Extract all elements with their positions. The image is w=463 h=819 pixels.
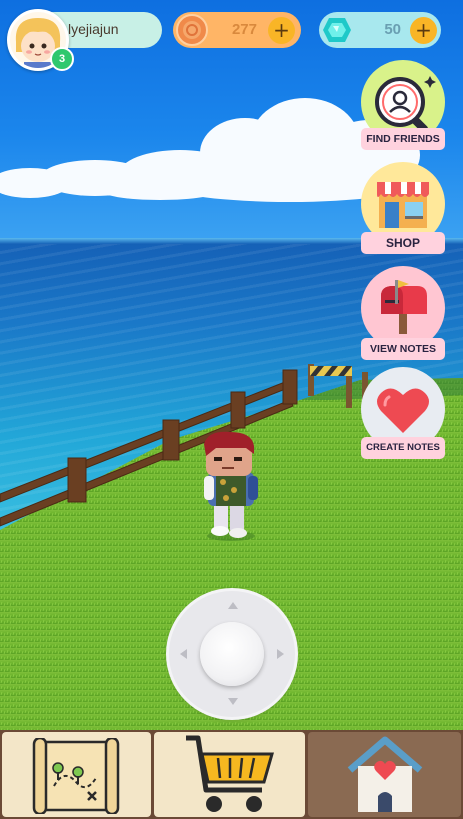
heart-icon bbox=[377, 388, 429, 433]
bottom-navigation-bar bbox=[0, 730, 463, 819]
gem-amount: 50 bbox=[384, 21, 401, 38]
gem-counter: 50 + bbox=[319, 12, 441, 48]
joystick-right-arrow bbox=[277, 649, 284, 659]
player-character[interactable] bbox=[196, 430, 266, 542]
shopping-cart-icon bbox=[186, 735, 274, 812]
treasure-map-icon bbox=[32, 738, 120, 814]
storefront-icon bbox=[377, 182, 429, 228]
coin-counter: 277 + bbox=[173, 12, 301, 48]
joystick-knob[interactable] bbox=[200, 622, 264, 686]
cart-tab[interactable] bbox=[154, 732, 305, 817]
coin-amount: 277 bbox=[231, 21, 257, 38]
buy-coins-plus-icon[interactable]: + bbox=[268, 17, 295, 44]
joystick-up-arrow bbox=[228, 602, 238, 609]
home-tab[interactable] bbox=[308, 732, 461, 817]
buy-gems-plus-icon[interactable]: + bbox=[410, 17, 437, 44]
create-notes-label: CREATE NOTES bbox=[361, 437, 445, 459]
find-friends-label: FIND FRIENDS bbox=[361, 128, 445, 150]
magnifier-user-icon bbox=[375, 76, 436, 133]
joystick-down-arrow bbox=[228, 698, 238, 705]
coin-icon bbox=[176, 14, 208, 46]
mailbox-icon bbox=[381, 280, 427, 334]
level-badge: 3 bbox=[50, 47, 74, 71]
joystick-left-arrow bbox=[180, 649, 187, 659]
player-name: lyejiajun bbox=[68, 21, 119, 37]
shop-label: SHOP bbox=[361, 232, 445, 254]
house-heart-icon bbox=[347, 736, 423, 812]
view-notes-label: VIEW NOTES bbox=[361, 338, 445, 360]
map-tab[interactable] bbox=[2, 732, 151, 817]
diamond-icon bbox=[323, 18, 351, 42]
